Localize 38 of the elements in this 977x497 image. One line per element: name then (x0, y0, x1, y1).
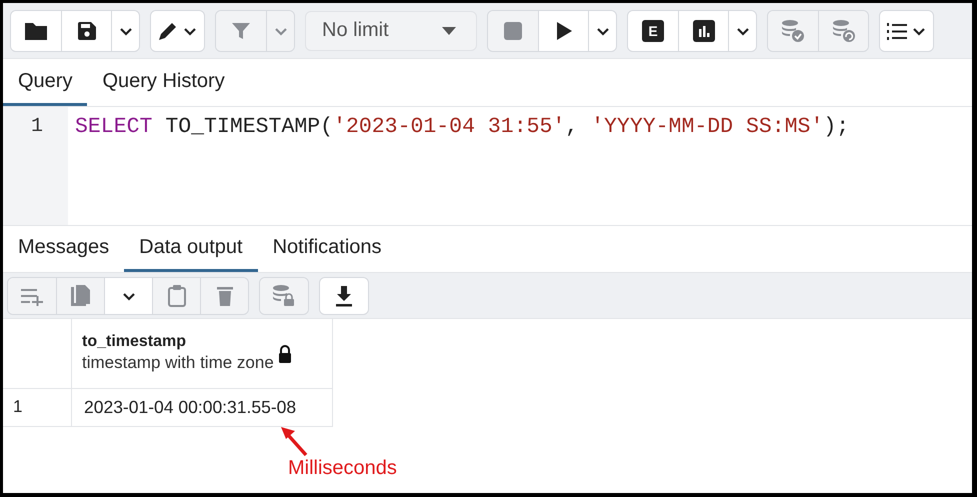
trash-icon (216, 284, 234, 306)
toolbar-button[interactable]: E (628, 10, 678, 50)
column-name: to_timestamp (82, 333, 188, 351)
dropdown-icon (442, 26, 456, 34)
table-cell: 2023-01-04 00:00:31.55-08 (72, 389, 333, 427)
tab[interactable]: Messages (3, 226, 124, 272)
filter-icon (231, 20, 251, 40)
database-lock-icon (272, 284, 296, 308)
chart-icon (692, 20, 714, 42)
dropdown-button[interactable] (728, 10, 756, 50)
copy-icon (70, 284, 92, 308)
lock-icon (278, 345, 292, 363)
download-icon (334, 284, 354, 306)
dropdown-button[interactable] (111, 10, 139, 50)
column-type: timestamp with time zone (82, 353, 274, 373)
line-number: 1 (30, 115, 43, 138)
limit-dropdown[interactable]: No limit (305, 10, 477, 50)
stop-icon (503, 20, 523, 40)
toolbar-button[interactable] (61, 10, 111, 50)
clipboard-icon (166, 284, 186, 308)
database-undo-icon (832, 18, 856, 42)
explain-icon: E (642, 20, 664, 42)
limit-value: No limit (322, 19, 389, 42)
annotation-arrow (279, 425, 309, 457)
code-line: SELECT TO_TIMESTAMP('2023-01-04 31:55', 'YYYY-MM-DD SS:MS'); (75, 115, 850, 139)
tab[interactable]: Query History (87, 59, 240, 106)
toolbar-button[interactable] (538, 10, 588, 50)
folder-icon (24, 20, 48, 40)
toolbar-button[interactable] (678, 10, 728, 50)
dropdown-button[interactable] (588, 10, 616, 50)
database-check-icon (781, 18, 805, 42)
annotation-label: Milliseconds (288, 457, 397, 480)
numbered-list-icon (886, 20, 908, 40)
toolbar-button[interactable] (11, 10, 61, 50)
save-icon (76, 20, 96, 40)
tab[interactable]: Notifications (258, 226, 397, 272)
row-number: 1 (3, 389, 72, 427)
play-icon (554, 20, 572, 40)
